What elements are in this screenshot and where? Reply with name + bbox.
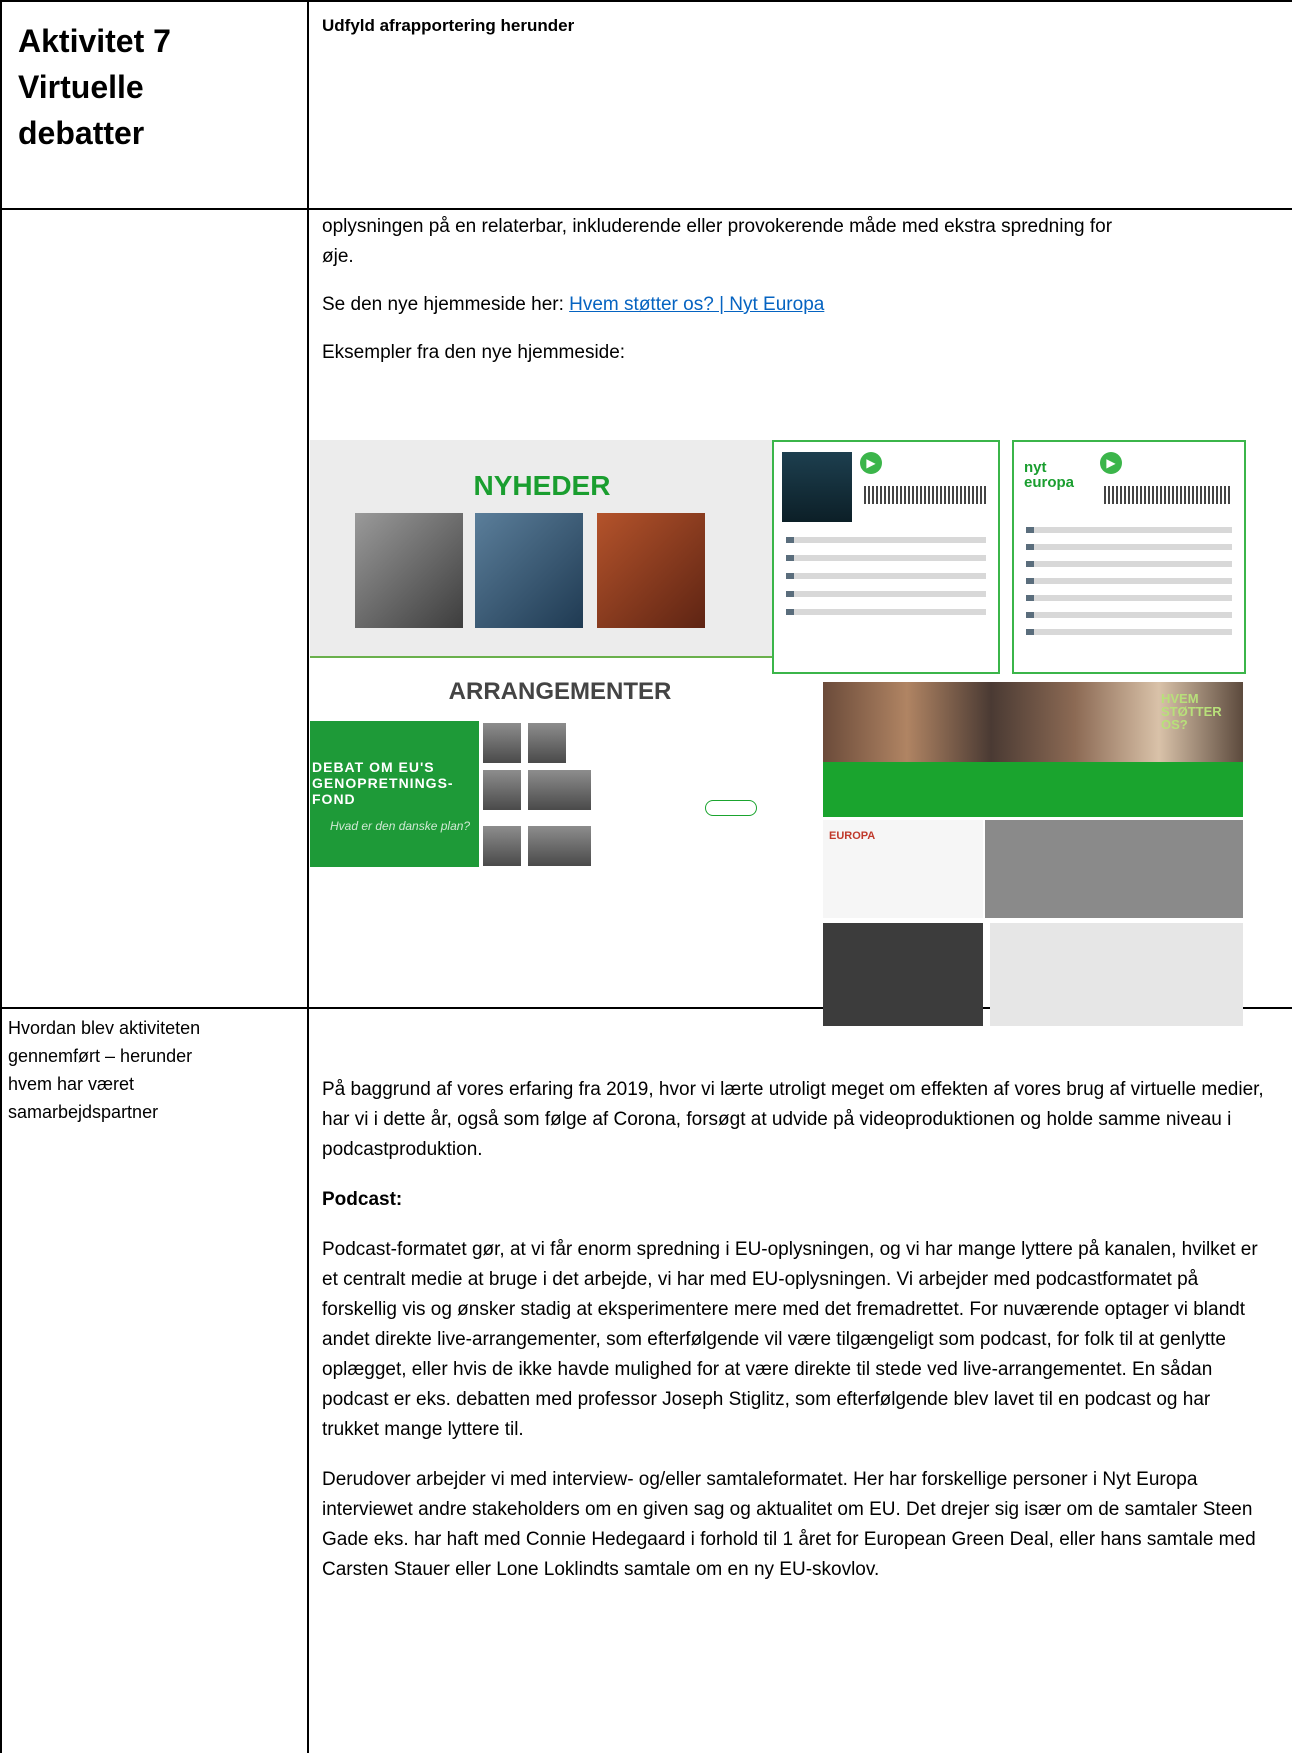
podcast-screenshot: ▶ bbox=[772, 440, 1000, 674]
table-border-left bbox=[0, 0, 2, 1753]
news-image bbox=[597, 513, 705, 628]
link-prefix: Se den nye hjemmeside her: bbox=[322, 294, 570, 315]
eu-partner-box: EUROPA bbox=[823, 820, 983, 918]
speaker-portrait bbox=[483, 723, 521, 763]
report-body: På baggrund af vores erfaring fra 2019, … bbox=[322, 1075, 1272, 1585]
episode-row bbox=[1026, 578, 1232, 584]
news-title: NYHEDER bbox=[473, 470, 611, 501]
news-image bbox=[475, 513, 583, 628]
episode-row bbox=[1026, 595, 1232, 601]
continuation-line: øje. bbox=[322, 246, 354, 267]
audio-waveform bbox=[1104, 486, 1232, 504]
debate-poster: DEBAT OM EU'S GENOPRETNINGS- FOND Hvad e… bbox=[310, 721, 479, 867]
play-icon: ▶ bbox=[860, 452, 882, 474]
news-image bbox=[355, 513, 463, 628]
continuation-text: oplysningen på en relaterbar, inkluderen… bbox=[322, 212, 1272, 368]
event-button bbox=[705, 800, 757, 816]
speaker-portrait bbox=[528, 723, 566, 763]
supporters-title: HVEM STØTTER OS? bbox=[1161, 691, 1222, 732]
activity-title-line: Aktivitet 7 bbox=[18, 23, 171, 59]
website-link[interactable]: Hvem støtter os? | Nyt Europa bbox=[569, 294, 824, 315]
speaker-portrait bbox=[483, 826, 521, 866]
row-label-line: hvem har været bbox=[8, 1074, 135, 1094]
episode-row bbox=[786, 591, 986, 597]
debate-poster-subtitle: Hvad er den danske plan? bbox=[330, 819, 471, 833]
row-label-line: gennemført – herunder bbox=[8, 1046, 193, 1066]
partner-box bbox=[823, 923, 983, 1026]
continuation-line: oplysningen på en relaterbar, inkluderen… bbox=[322, 216, 1113, 237]
eu-logo: EUROPA bbox=[829, 830, 876, 842]
supporters-banner bbox=[823, 762, 1243, 817]
podcast-paragraph: Podcast-formatet gør, at vi får enorm sp… bbox=[322, 1239, 1258, 1440]
interview-paragraph: Derudover arbejder vi med interview- og/… bbox=[322, 1469, 1256, 1580]
episode-row bbox=[786, 537, 986, 543]
nyt-europa-logo: nyt europa bbox=[1024, 459, 1075, 491]
table-border-top bbox=[0, 0, 1292, 2]
podcast-heading: Podcast: bbox=[322, 1189, 403, 1210]
partner-box bbox=[990, 923, 1243, 1026]
episode-row bbox=[1026, 527, 1232, 533]
activity-title-line: Virtuelle bbox=[18, 69, 144, 105]
episode-row bbox=[1026, 544, 1232, 550]
row-label-line: Hvordan blev aktiviteten bbox=[8, 1018, 201, 1038]
events-title: ARRANGEMENTER bbox=[448, 678, 672, 705]
partner-box bbox=[985, 820, 1243, 918]
podcast-cover bbox=[782, 452, 852, 522]
crowd-photo: HVEM STØTTER OS? bbox=[823, 682, 1243, 762]
episode-row bbox=[786, 573, 986, 579]
news-screenshot: NYHEDER bbox=[310, 440, 774, 658]
examples-label: Eksempler fra den nye hjemmeside: bbox=[322, 342, 626, 363]
speaker-portrait bbox=[483, 770, 521, 810]
report-instruction: Udfyld afrapportering herunder bbox=[322, 16, 575, 35]
website-link-paragraph: Se den nye hjemmeside her: Hvem støtter … bbox=[322, 290, 1272, 320]
episode-row bbox=[786, 609, 986, 615]
table-column-divider bbox=[307, 0, 309, 1753]
activity-title: Aktivitet 7 Virtuelle debatter bbox=[18, 18, 288, 156]
play-icon: ▶ bbox=[1100, 452, 1122, 474]
speaker-portrait bbox=[555, 826, 591, 866]
episode-row bbox=[1026, 561, 1232, 567]
intro-paragraph: På baggrund af vores erfaring fra 2019, … bbox=[322, 1079, 1264, 1160]
audio-waveform bbox=[864, 486, 986, 504]
debate-poster-title: DEBAT OM EU'S GENOPRETNINGS- FOND bbox=[312, 759, 454, 807]
row-label: Hvordan blev aktiviteten gennemført – he… bbox=[8, 1014, 278, 1126]
episode-row bbox=[1026, 612, 1232, 618]
speaker-portrait bbox=[555, 770, 591, 810]
episode-row bbox=[1026, 629, 1232, 635]
row-label-line: samarbejdspartner bbox=[8, 1102, 159, 1122]
header-row-divider bbox=[0, 208, 1292, 210]
activity-title-line: debatter bbox=[18, 115, 145, 151]
podcast-screenshot: nyt europa ▶ bbox=[1012, 440, 1246, 674]
episode-row bbox=[786, 555, 986, 561]
